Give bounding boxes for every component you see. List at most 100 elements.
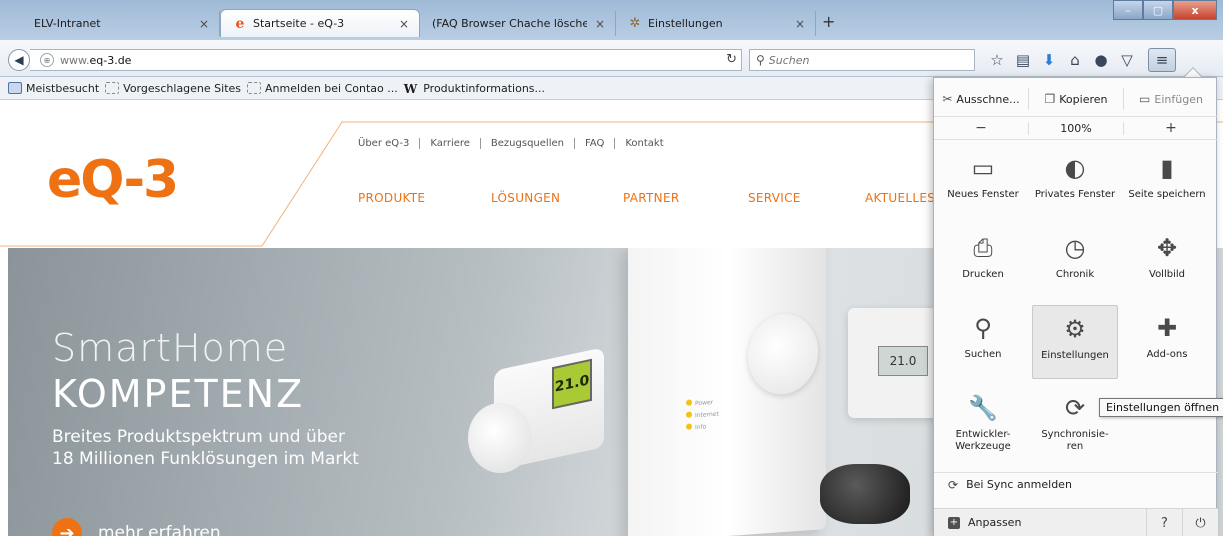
window-controls: – ▢ x (1113, 0, 1217, 20)
menu-item-label: Drucken (962, 269, 1004, 280)
folder-icon (8, 82, 22, 94)
clipboard-icon: ▭ (1139, 92, 1151, 106)
led-icon (686, 399, 692, 406)
gateway-device-image: Power Internet Info (628, 248, 826, 536)
mainnav-service[interactable]: SERVICE (748, 191, 865, 205)
menu-item-print[interactable]: ⎙ Drucken (940, 225, 1026, 299)
menu-item-new-window[interactable]: ▭ Neues Fenster (940, 145, 1026, 219)
menu-item-sync[interactable]: ⟳ Synchronisie-ren (1032, 385, 1118, 459)
topnav-ueber-eq3[interactable]: Über eQ-3 (358, 138, 421, 149)
back-button[interactable]: ◀ (8, 49, 30, 71)
url-prefix: www. (60, 53, 90, 67)
copy-button[interactable]: ❐ Kopieren (1029, 88, 1124, 110)
close-tab-icon[interactable]: × (399, 17, 409, 31)
menu-item-history[interactable]: ◷ Chronik (1032, 225, 1118, 299)
cut-label: Ausschne... (956, 92, 1020, 106)
url-domain: eq-3.de (89, 53, 132, 67)
mainnav-produkte[interactable]: PRODUKTE (358, 191, 491, 205)
chat-icon[interactable]: ● (1088, 48, 1114, 72)
tab-faq-browser-cache[interactable]: (FAQ Browser Chache löschen ... × (420, 11, 616, 36)
topnav-bezugsquellen[interactable]: Bezugsquellen (481, 138, 575, 149)
search-icon: ⚲ (974, 314, 992, 342)
help-icon[interactable]: ? (1146, 509, 1182, 536)
menu-item-label: Neues Fenster (947, 189, 1019, 200)
sync-login-button[interactable]: ⟳ Bei Sync anmelden (934, 472, 1218, 496)
menu-item-settings[interactable]: ⚙ Einstellungen (1032, 305, 1118, 379)
hamburger-menu-button[interactable]: ≡ (1148, 48, 1176, 72)
search-icon: ⚲ (756, 53, 765, 67)
close-tab-icon[interactable]: × (795, 17, 805, 31)
customize-plus-icon: + (948, 516, 960, 529)
back-arrow-icon: ◀ (14, 53, 24, 67)
sync-login-label: Bei Sync anmelden (966, 478, 1072, 491)
fullscreen-icon: ✥ (1156, 234, 1178, 262)
printer-icon: ⎙ (973, 234, 993, 262)
downloads-icon[interactable]: ⬇ (1036, 48, 1062, 72)
mehr-erfahren-link[interactable]: ➔ mehr erfahren (52, 518, 221, 536)
zoom-in-button[interactable]: + (1124, 120, 1218, 136)
tab-elv-intranet[interactable]: ELV-Intranet × (22, 11, 220, 36)
topnav-faq[interactable]: FAQ (575, 138, 616, 149)
menu-item-fullscreen[interactable]: ✥ Vollbild (1124, 225, 1210, 299)
page-icon (247, 82, 262, 94)
power-quit-icon[interactable]: ⏻ (1182, 509, 1218, 536)
menu-item-label: Vollbild (1149, 269, 1185, 280)
menu-item-label: Entwickler-Werkzeuge (955, 429, 1011, 452)
wikipedia-icon: W (403, 82, 418, 96)
minimize-button[interactable]: – (1113, 0, 1143, 20)
menu-item-label: Seite speichern (1128, 189, 1206, 200)
arrow-right-icon: ➔ (52, 518, 82, 536)
hero-title-kompetenz: KOMPETENZ (52, 372, 305, 416)
close-tab-icon[interactable]: × (595, 17, 605, 31)
hero-subtitle-line: 18 Millionen Funklösungen im Markt (52, 449, 359, 469)
zoom-controls: − 100% + (934, 116, 1218, 140)
home-icon[interactable]: ⌂ (1062, 48, 1088, 72)
wall-thermostat-display: 21.0 (878, 346, 928, 376)
bookmark-vorgeschlagene-sites[interactable]: Vorgeschlagene Sites (105, 82, 241, 95)
topnav-karriere[interactable]: Karriere (420, 138, 481, 149)
menu-item-save-page[interactable]: ▮ Seite speichern (1124, 145, 1210, 219)
maximize-button[interactable]: ▢ (1143, 0, 1173, 20)
mainnav-aktuelles[interactable]: AKTUELLES (865, 191, 935, 205)
url-bar[interactable]: ⊕ www. eq-3.de ↻ (30, 49, 742, 71)
search-box[interactable]: ⚲ (749, 49, 975, 71)
pocket-icon[interactable]: ▽ (1114, 48, 1140, 72)
close-tab-icon[interactable]: × (199, 17, 209, 31)
zoom-out-button[interactable]: − (934, 120, 1028, 136)
menu-item-addons[interactable]: ✚ Add-ons (1124, 305, 1210, 379)
bookmark-meistbesucht[interactable]: Meistbesucht (8, 82, 99, 95)
mainnav-loesungen[interactable]: LÖSUNGEN (491, 191, 623, 205)
eq3-logo[interactable]: eQ-3 (47, 150, 179, 210)
search-input[interactable] (768, 53, 959, 67)
gateway-dial (748, 311, 818, 397)
tab-startseite-eq3[interactable]: e Startseite - eQ-3 × (220, 9, 420, 37)
puzzle-icon: ✚ (1156, 314, 1178, 342)
hero-subtitle: Breites Produktspektrum und über 18 Mill… (52, 426, 392, 470)
tab-title: (FAQ Browser Chache löschen ... (432, 17, 587, 30)
menu-item-private-window[interactable]: ◐ Privates Fenster (1032, 145, 1118, 219)
bookmark-contao[interactable]: Anmelden bei Contao ... (247, 82, 398, 95)
mainnav-partner[interactable]: PARTNER (623, 191, 748, 205)
led-label: Power (695, 398, 714, 408)
new-tab-button[interactable]: + (822, 12, 835, 31)
customize-button[interactable]: Anpassen (968, 516, 1021, 529)
bookmark-star-icon[interactable]: ☆ (984, 48, 1010, 72)
navigation-toolbar: ◀ ⊕ www.eq-3.de ↻ ⚲ ☆ ▤ ⬇ ⌂ ● ▽ ≡ (0, 40, 1223, 77)
sync-small-icon: ⟳ (948, 477, 959, 492)
cut-button[interactable]: ✂ Ausschne... (934, 88, 1029, 110)
close-window-button[interactable]: x (1173, 0, 1217, 20)
topnav-kontakt[interactable]: Kontakt (615, 138, 673, 149)
reload-icon[interactable]: ↻ (726, 52, 737, 67)
bookmarks-menu-icon[interactable]: ▤ (1010, 48, 1036, 72)
bookmark-produktinformations[interactable]: W Produktinformations... (403, 82, 545, 97)
menu-footer: + Anpassen ? ⏻ (934, 508, 1218, 536)
paste-button[interactable]: ▭ Einfügen (1124, 88, 1218, 110)
tab-title: Einstellungen (648, 17, 723, 30)
led-label: Info (695, 423, 707, 432)
site-identity-icon[interactable]: ⊕ (40, 53, 54, 67)
zoom-reset-button[interactable]: 100% (1028, 121, 1124, 135)
menu-item-developer-tools[interactable]: 🔧 Entwickler-Werkzeuge (940, 385, 1026, 459)
bookmark-label: Anmelden bei Contao ... (265, 81, 398, 95)
tab-einstellungen[interactable]: ✲ Einstellungen × (616, 11, 816, 36)
menu-item-search[interactable]: ⚲ Suchen (940, 305, 1026, 379)
